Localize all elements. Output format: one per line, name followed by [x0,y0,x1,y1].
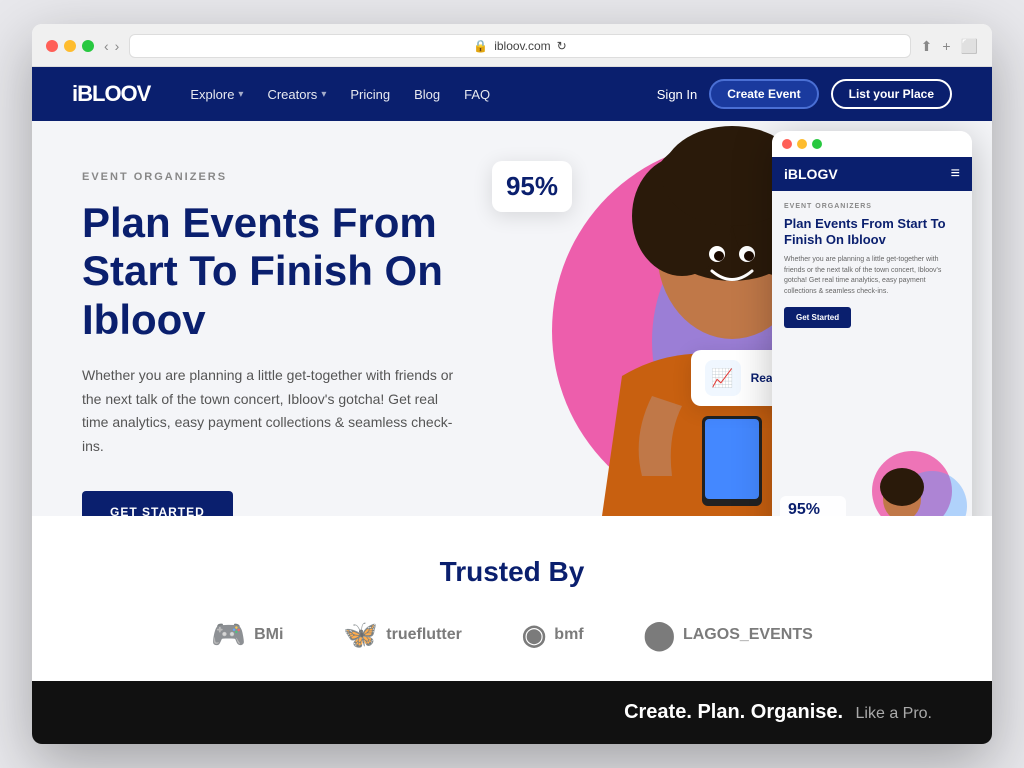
url-text: ibloov.com [494,39,550,53]
logo-bmi: 🎮 BMi [211,618,283,651]
logo-lagos-events: ⬤ LAGOS_EVENTS [644,618,813,651]
mobile-minimize-btn [797,139,807,149]
mobile-title: Plan Events From Start To Finish On Iblo… [784,216,960,247]
website-content: iBLOOV Explore ▾ Creators ▾ Pricing Blog… [32,67,992,744]
share-icon[interactable]: ⬆ [921,38,933,55]
get-started-button[interactable]: GET STARTED [82,491,233,516]
browser-controls: ‹ › [104,38,119,54]
trusted-logos: 🎮 BMi 🦋 trueflutter ◉ bmf ⬤ LAGOS_EVENTS [92,618,932,651]
bmi-icon: 🎮 [211,618,246,651]
bmf-label: bmf [554,626,583,644]
maximize-button[interactable] [82,40,94,52]
hamburger-icon[interactable]: ≡ [951,165,960,183]
stats-percent: 95% [506,171,558,201]
hero-title: Plan Events From Start To Finish On Iblo… [82,199,502,344]
close-button[interactable] [46,40,58,52]
mobile-stats-card: 95% Registered Users Checked in 770|81% [780,496,846,516]
forward-icon[interactable]: › [115,38,120,54]
bmf-icon: ◉ [522,618,546,651]
lagos-icon: ⬤ [644,618,675,651]
list-place-button[interactable]: List your Place [831,79,952,109]
lock-icon: 🔒 [473,39,488,53]
back-icon[interactable]: ‹ [104,38,109,54]
footer-dark: Create. Plan. Organise. Like a Pro. [32,681,992,744]
footer-tagline: Create. Plan. Organise. Like a Pro. [624,701,932,724]
minimize-button[interactable] [64,40,76,52]
stats-badge: 95% [492,161,572,212]
hero-content-left: EVENT ORGANIZERS Plan Events From Start … [32,121,552,516]
signin-button[interactable]: Sign In [657,87,697,102]
trusted-section: Trusted By 🎮 BMi 🦋 trueflutter ◉ bmf [32,516,992,681]
tabs-icon[interactable]: ⬜ [961,38,978,55]
trusted-title: Trusted By [92,556,932,588]
mobile-logo: iBLOGV [784,166,838,182]
mobile-tag: EVENT ORGANIZERS [784,203,960,210]
chevron-down-icon: ▾ [238,89,243,100]
nav-links: Explore ▾ Creators ▾ Pricing Blog FAQ [190,87,626,102]
nav-faq[interactable]: FAQ [464,87,490,102]
chevron-down-icon: ▾ [321,89,326,100]
browser-window: ‹ › 🔒 ibloov.com ↻ ⬆ + ⬜ iBLOOV Explore … [32,24,992,744]
mobile-image-section: 95% Registered Users Checked in 770|81% … [772,451,972,516]
logo-trueflutter: 🦋 trueflutter [343,618,461,651]
browser-actions: ⬆ + ⬜ [921,38,978,55]
mobile-close-btn [782,139,792,149]
mobile-hero: EVENT ORGANIZERS Plan Events From Start … [772,191,972,451]
footer-sub-text: Like a Pro. [856,705,932,722]
traffic-lights [46,40,94,52]
mobile-preview: iBLOGV ≡ EVENT ORGANIZERS Plan Events Fr… [772,131,972,516]
hero-section: EVENT ORGANIZERS Plan Events From Start … [32,121,992,516]
footer-tagline-text: Create. Plan. Organise. [624,701,843,723]
add-tab-icon[interactable]: + [942,38,950,55]
nav-blog[interactable]: Blog [414,87,440,102]
hero-tag: EVENT ORGANIZERS [82,171,502,183]
mobile-navbar: iBLOGV ≡ [772,157,972,191]
lagos-label: LAGOS_EVENTS [683,626,813,644]
create-event-button[interactable]: Create Event [709,79,818,109]
bmi-label: BMi [254,626,283,644]
logo-bmf: ◉ bmf [522,618,584,651]
logo[interactable]: iBLOOV [72,81,150,107]
nav-creators[interactable]: Creators ▾ [267,87,326,102]
trueflutter-label: trueflutter [386,626,462,644]
mobile-maximize-btn [812,139,822,149]
mobile-desc: Whether you are planning a little get-to… [784,255,960,297]
nav-explore[interactable]: Explore ▾ [190,87,243,102]
nav-pricing[interactable]: Pricing [350,87,390,102]
browser-chrome: ‹ › 🔒 ibloov.com ↻ ⬆ + ⬜ [32,24,992,67]
chart-icon: 📈 [705,360,741,396]
refresh-icon[interactable]: ↻ [557,39,567,53]
address-bar[interactable]: 🔒 ibloov.com ↻ [129,34,910,58]
mobile-pct: 95% [788,501,838,516]
navbar: iBLOOV Explore ▾ Creators ▾ Pricing Blog… [32,67,992,121]
mobile-traffic-lights [772,131,972,157]
nav-right: Sign In Create Event List your Place [657,79,952,109]
trueflutter-icon: 🦋 [343,618,378,651]
mobile-cta[interactable]: Get Started [784,307,851,328]
hero-description: Whether you are planning a little get-to… [82,364,462,459]
